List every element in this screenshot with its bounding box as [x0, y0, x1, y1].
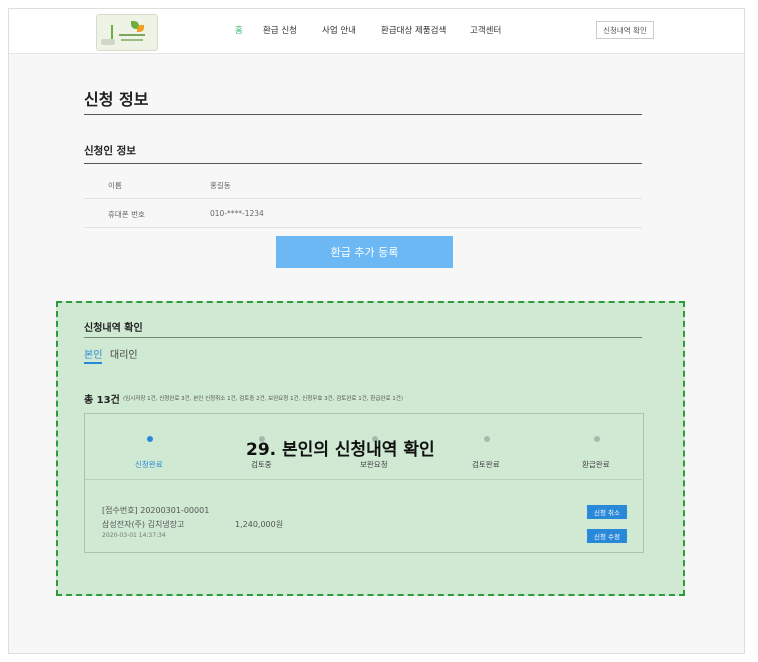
- field-value: 홍길동: [210, 181, 231, 190]
- total-detail: (임시저장 1건, 신청완료 3건, 본인 신청취소 1건, 검토중 2건, 보…: [123, 396, 403, 402]
- divider: [85, 479, 642, 480]
- field-value: 010-****-1234: [210, 209, 264, 218]
- step-label: 검토중: [251, 460, 272, 469]
- add-refund-button[interactable]: 환급 추가 등록: [276, 236, 453, 268]
- nav-home[interactable]: 홈: [235, 24, 243, 36]
- field-row-phone: 휴대폰 번호 010-****-1234: [84, 199, 642, 228]
- header: 홈 환급 신청 사업 안내 환급대상 제품검색 고객센터 신청내역 확인: [9, 9, 744, 54]
- application-datetime: 2020-03-01 14:37:34: [102, 532, 166, 539]
- divider: [84, 337, 642, 338]
- tab-agent[interactable]: 대리인: [110, 346, 138, 361]
- applicant-section-title: 신청인 정보: [84, 145, 136, 157]
- tab-active-indicator: [84, 362, 102, 364]
- step-label: 보완요청: [360, 460, 388, 469]
- logo-text-mark: [121, 39, 143, 41]
- product-name: 삼성전자(주) 김치냉장고: [102, 520, 185, 529]
- field-row-name: 이름 홍길동: [84, 170, 642, 199]
- logo-leaf-icon: [137, 25, 144, 32]
- field-label: 휴대폰 번호: [108, 210, 145, 219]
- cancel-application-button[interactable]: 신청 취소: [587, 505, 627, 519]
- history-title: 신청내역 확인: [84, 323, 143, 334]
- nav-product-search[interactable]: 환급대상 제품검색: [381, 24, 446, 36]
- step-dot: [484, 436, 490, 442]
- logo-plant-icon: [111, 25, 113, 39]
- step-label: 신청완료: [135, 460, 163, 469]
- logo-base-icon: [101, 39, 115, 45]
- tab-self[interactable]: 본인: [84, 346, 102, 361]
- total-count: 총 13건: [84, 395, 120, 406]
- refund-amount: 1,240,000원: [235, 520, 284, 529]
- step-dot-active: [147, 436, 153, 442]
- check-history-button[interactable]: 신청내역 확인: [596, 21, 654, 39]
- field-label: 이름: [108, 181, 122, 190]
- nav-business-info[interactable]: 사업 안내: [322, 24, 356, 36]
- step-dot: [594, 436, 600, 442]
- step-label: 환급완료: [582, 460, 610, 469]
- edit-application-button[interactable]: 신청 수정: [587, 529, 627, 543]
- nav-refund-apply[interactable]: 환급 신청: [263, 24, 297, 36]
- logo[interactable]: [96, 14, 158, 51]
- annotation-label: 29. 본인의 신청내역 확인: [246, 440, 435, 460]
- receipt-number: [접수번호] 20200301-00001: [102, 506, 210, 515]
- logo-text-mark: [119, 34, 145, 36]
- page-title: 신청 정보: [84, 90, 149, 109]
- divider: [84, 114, 642, 115]
- nav-customer-center[interactable]: 고객센터: [470, 24, 501, 36]
- step-label: 검토완료: [472, 460, 500, 469]
- history-card: [84, 413, 644, 553]
- divider: [84, 163, 642, 164]
